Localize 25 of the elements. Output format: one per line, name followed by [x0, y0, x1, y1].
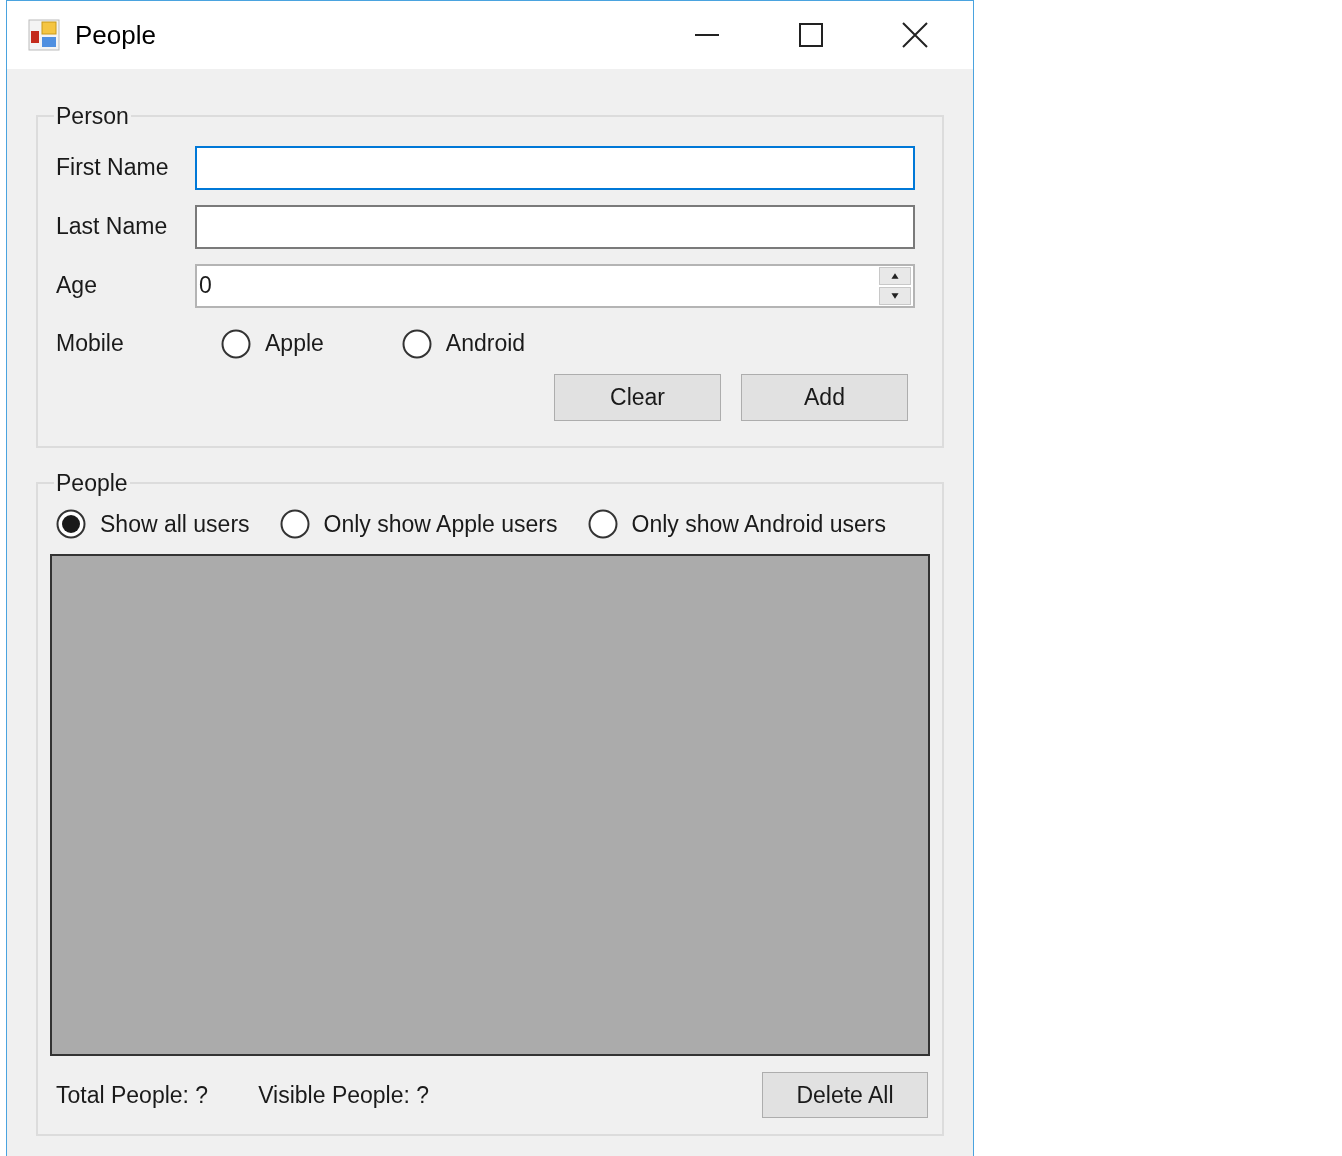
action-button[interactable]: Add — [741, 373, 908, 421]
radio-option[interactable]: Only show Apple users — [323, 506, 558, 542]
visible-people-label: Visible People: ? — [258, 1080, 430, 1110]
radio-option[interactable]: Only show Android users — [631, 506, 886, 542]
window-title: People — [75, 18, 156, 52]
group-title: Person — [55, 102, 130, 131]
field-label: First Name — [56, 153, 170, 183]
field-label: Mobile — [56, 329, 125, 359]
maximize-icon — [799, 23, 823, 47]
field-label: Last Name — [56, 212, 169, 242]
action-button[interactable]: Clear — [554, 373, 721, 421]
minimize-icon — [695, 34, 719, 36]
app-icon — [28, 19, 60, 51]
text-field[interactable] — [195, 145, 915, 190]
group-title: People — [55, 468, 129, 498]
radio-option[interactable]: Show all users — [100, 506, 250, 542]
field-label: Age — [56, 271, 98, 301]
number-spinner-field[interactable]: 0 — [195, 263, 915, 308]
close-icon — [902, 22, 928, 48]
spinner-arrows[interactable] — [879, 266, 911, 305]
delete-all-button[interactable]: Delete All — [762, 1072, 928, 1118]
radio-option[interactable]: Apple — [265, 326, 324, 361]
total-people-label: Total People: ? — [56, 1080, 209, 1110]
radio-option[interactable]: Android — [445, 326, 526, 361]
text-field[interactable] — [195, 204, 915, 249]
